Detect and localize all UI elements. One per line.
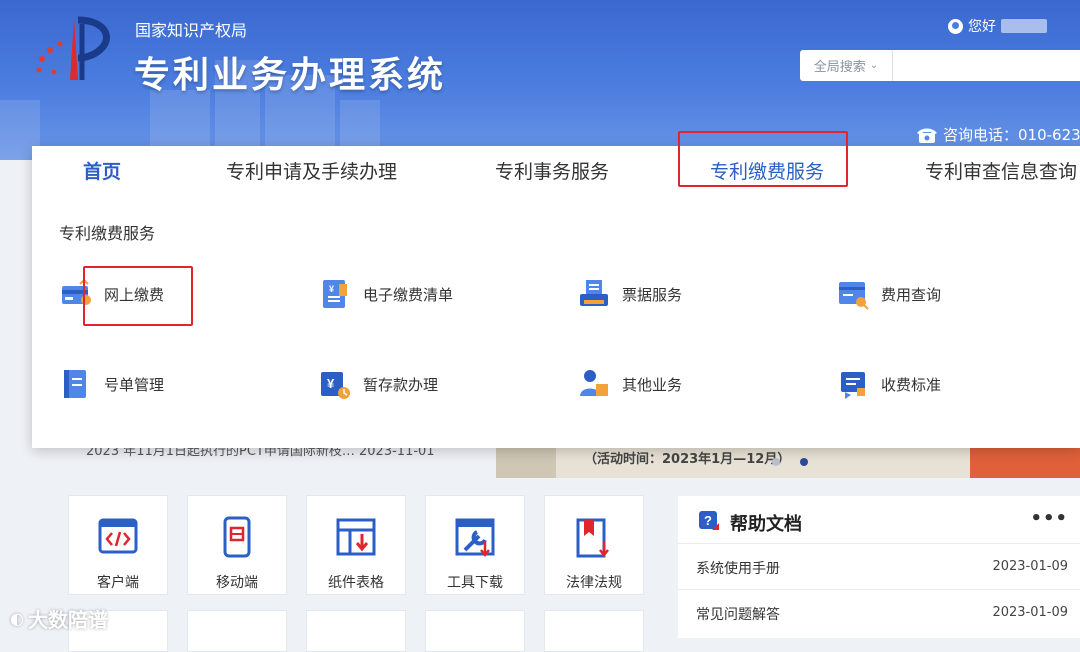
- phone-icon: [917, 128, 937, 143]
- doc-date: 2023-01-09: [992, 605, 1068, 620]
- tool-label: 客户端: [97, 575, 139, 591]
- tool-tile[interactable]: [544, 610, 644, 652]
- watermark-text: 大数陪谱: [27, 608, 108, 632]
- tool-tile[interactable]: [187, 610, 287, 652]
- greeting-text: 您好: [968, 19, 996, 35]
- service-fee-query[interactable]: 费用查询: [837, 274, 941, 314]
- tool-tile[interactable]: [306, 610, 406, 652]
- service-label: 费用查询: [881, 285, 942, 304]
- service-deposit[interactable]: ¥ 暂存款办理: [319, 364, 438, 404]
- help-docs-card: ? 帮助文档 ••• 系统使用手册 2023-01-09 常见问题解答 2023…: [678, 496, 1080, 638]
- form-download-icon: [336, 518, 376, 556]
- watermark: ◐ 大数陪谱: [10, 604, 108, 633]
- hotline: 咨询电话：010-623: [916, 124, 1080, 145]
- svg-text:¥: ¥: [329, 284, 334, 294]
- doc-title: 系统使用手册: [696, 561, 780, 577]
- help-title: 帮助文档: [730, 514, 802, 535]
- deposit-icon: ¥: [321, 372, 350, 399]
- tool-label: 移动端: [216, 575, 258, 591]
- tool-tile-forms[interactable]: 纸件表格: [306, 495, 406, 595]
- tool-label: 法律法规: [566, 575, 622, 591]
- code-icon: [98, 518, 138, 554]
- ledger-icon: [64, 370, 86, 398]
- receipt-list-icon: ¥: [323, 280, 347, 308]
- fee-search-icon: [839, 282, 869, 310]
- watermark-icon: ◐: [10, 609, 24, 628]
- highlight-box-service: [83, 266, 193, 326]
- service-label: 票据服务: [622, 285, 683, 304]
- standard-icon: [841, 372, 865, 399]
- carousel-dot[interactable]: [772, 458, 780, 466]
- nav-examination-query[interactable]: 专利审查信息查询: [925, 157, 1077, 184]
- tool-tile-client[interactable]: 客户端: [68, 495, 168, 595]
- nav-home[interactable]: 首页: [83, 157, 121, 184]
- user-icon: [948, 18, 963, 34]
- tool-label: 纸件表格: [328, 575, 384, 591]
- mobile-icon: [223, 516, 251, 558]
- cnipa-logo[interactable]: [30, 14, 120, 84]
- highlight-box-nav: [678, 131, 848, 187]
- nav-mega-menu: 首页 专利申请及手续办理 专利事务服务 专利缴费服务 专利审查信息查询 专利缴费…: [32, 131, 1080, 448]
- person-icon: [580, 370, 608, 396]
- tool-tile-download[interactable]: 工具下载: [425, 495, 525, 595]
- service-other[interactable]: 其他业务: [578, 364, 682, 404]
- carousel-dot-active[interactable]: [800, 458, 808, 466]
- global-search[interactable]: 全局搜索 ⌄: [800, 50, 1080, 81]
- tool-icon: [455, 518, 495, 558]
- printer-icon: [580, 280, 608, 306]
- hotline-text: 咨询电话：010-623: [943, 126, 1080, 144]
- system-title: 专利业务办理系统: [134, 55, 447, 96]
- tool-tile-mobile[interactable]: 移动端: [187, 495, 287, 595]
- nav-application[interactable]: 专利申请及手续办理: [226, 157, 397, 184]
- service-e-payment-list[interactable]: ¥ 电子缴费清单: [319, 274, 453, 314]
- service-label: 号单管理: [104, 375, 165, 394]
- search-scope-select[interactable]: 全局搜索 ⌄: [800, 50, 893, 81]
- username-redacted: [1001, 19, 1047, 33]
- site-header: 国家知识产权局 专利业务办理系统 您好 全局搜索 ⌄ 咨询电话：010-623: [0, 0, 1080, 160]
- doc-title: 常见问题解答: [696, 607, 780, 623]
- service-number-management[interactable]: 号单管理: [60, 364, 164, 404]
- svg-text:?: ?: [704, 513, 712, 528]
- more-icon[interactable]: •••: [1030, 508, 1068, 529]
- service-label: 收费标准: [881, 375, 942, 394]
- tool-label: 工具下载: [447, 575, 503, 591]
- nav-affairs[interactable]: 专利事务服务: [495, 157, 609, 184]
- org-name: 国家知识产权局: [135, 21, 248, 40]
- help-icon: ?: [699, 511, 719, 530]
- law-icon: [576, 518, 609, 558]
- banner-text: （活动时间：2023年1月—12月）: [584, 452, 791, 467]
- help-doc-row[interactable]: 常见问题解答 2023-01-09: [678, 589, 1080, 636]
- service-label: 暂存款办理: [363, 375, 439, 394]
- tool-tile[interactable]: [425, 610, 525, 652]
- service-fee-standard[interactable]: 收费标准: [837, 364, 941, 404]
- svg-text:¥: ¥: [327, 376, 335, 391]
- chevron-down-icon: ⌄: [869, 60, 879, 71]
- tool-tile-law[interactable]: 法律法规: [544, 495, 644, 595]
- user-greeting[interactable]: 您好: [948, 16, 1047, 36]
- search-scope-label: 全局搜索: [813, 60, 866, 75]
- service-invoice[interactable]: 票据服务: [578, 274, 682, 314]
- doc-date: 2023-01-09: [992, 559, 1068, 574]
- service-label: 电子缴费清单: [363, 285, 454, 304]
- section-title: 专利缴费服务: [59, 224, 156, 243]
- service-label: 其他业务: [622, 375, 683, 394]
- help-doc-row[interactable]: 系统使用手册 2023-01-09: [678, 543, 1080, 590]
